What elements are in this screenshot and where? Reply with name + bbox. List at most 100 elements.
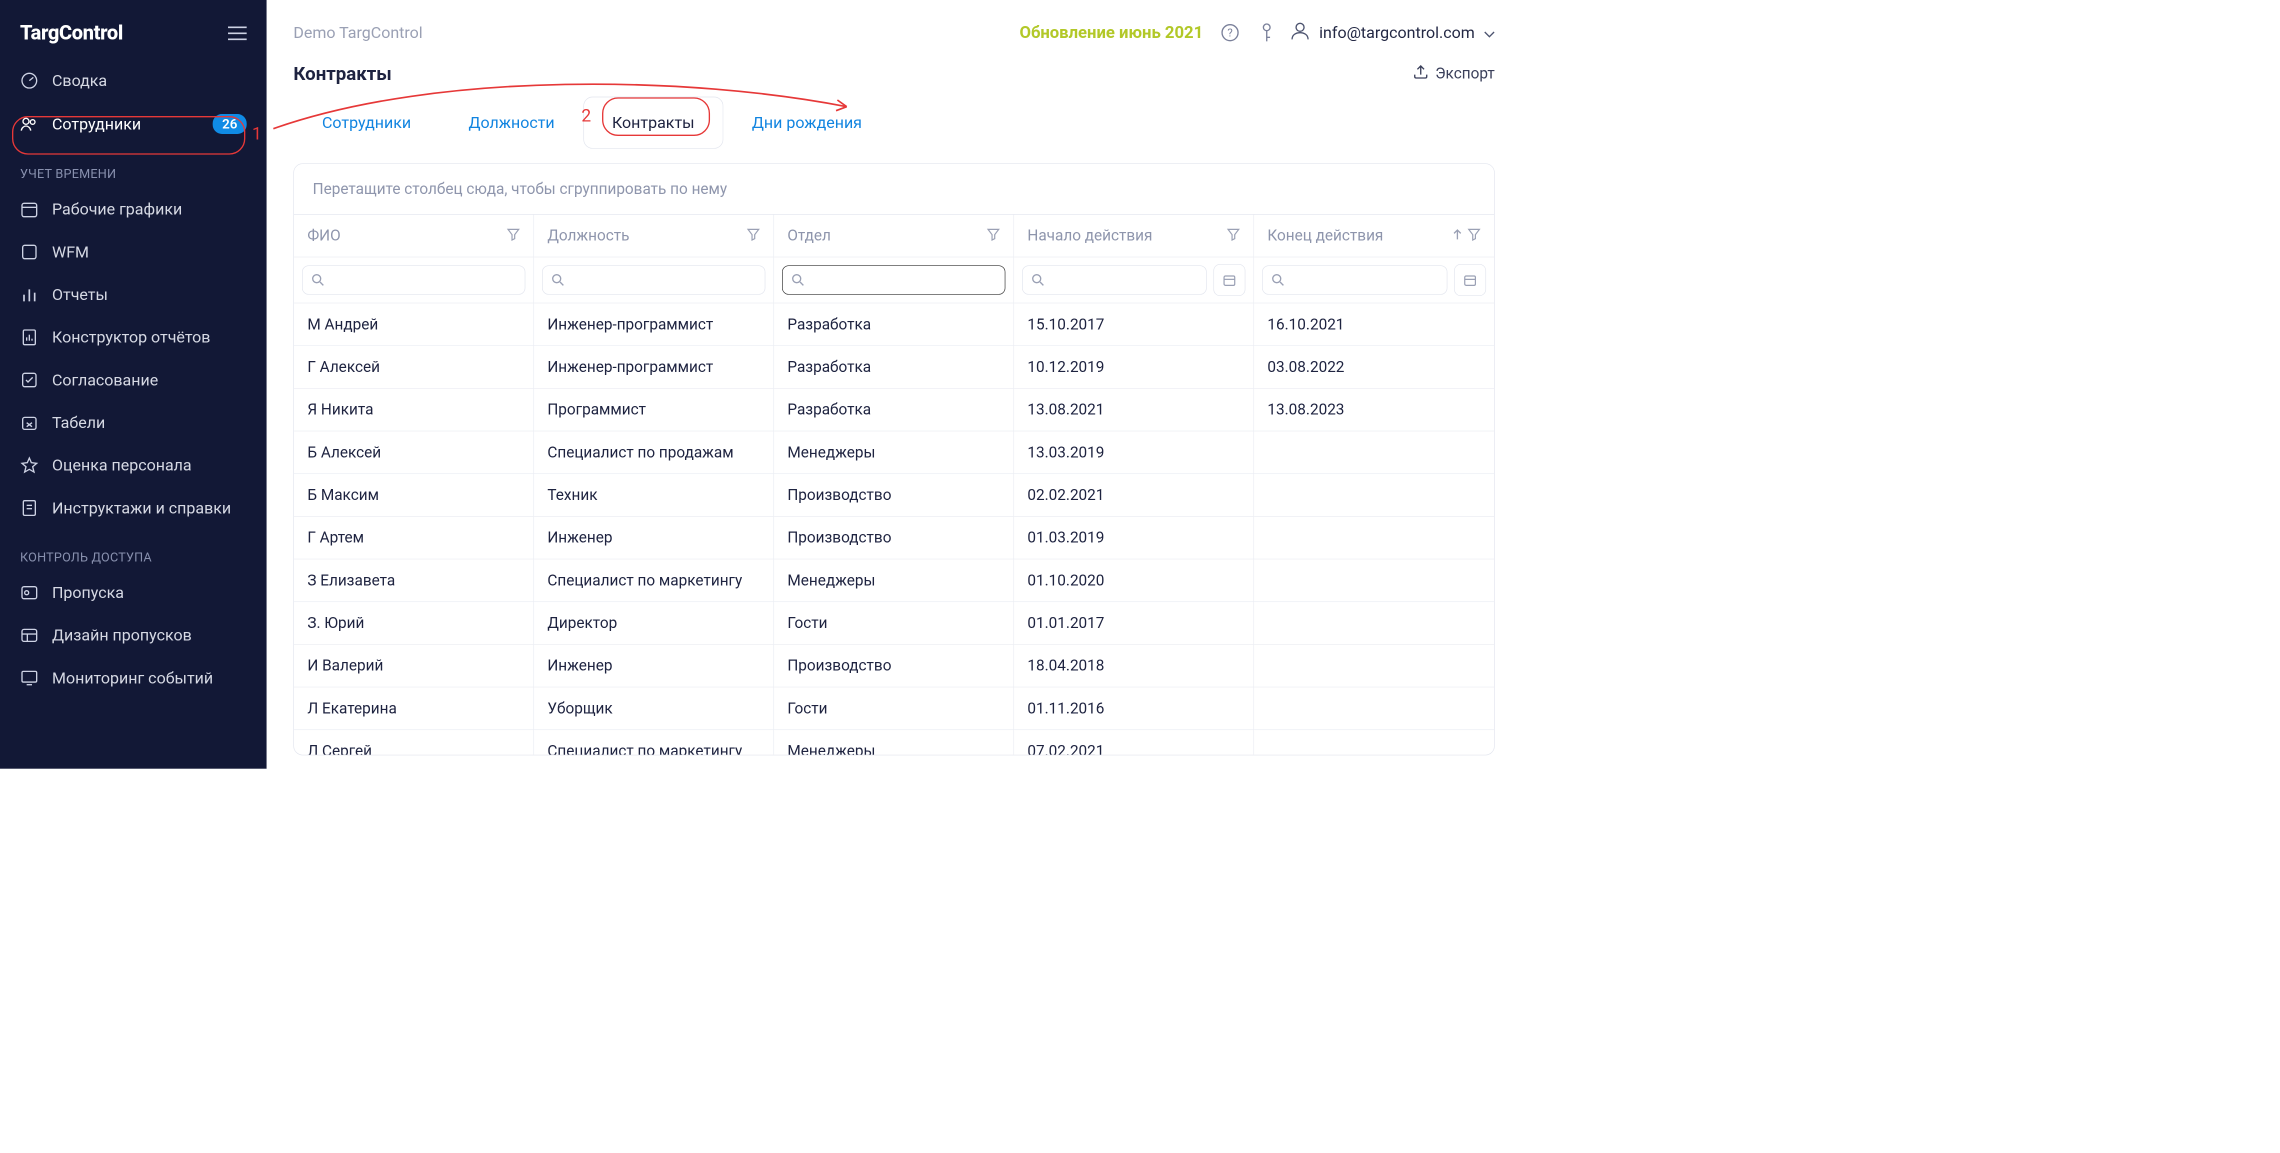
sidebar-item-reports[interactable]: Отчеты [0,273,267,316]
document-icon [20,499,39,516]
sidebar-item-personnel-eval[interactable]: Оценка персонала [0,444,267,487]
filter-start-calendar-icon[interactable] [1213,264,1245,296]
sidebar-item-label: Оценка персонала [52,456,247,475]
table-cell: Инженер [534,517,774,560]
sidebar-item-approvals[interactable]: Согласование [0,359,267,402]
table-cell: Специалист по маркетингу [534,730,774,755]
sidebar-item-report-builder[interactable]: Конструктор отчётов [0,316,267,359]
sidebar-item-timesheets[interactable]: Табели [0,401,267,444]
table-row[interactable]: З ЕлизаветаСпециалист по маркетингуМенед… [294,559,1494,602]
table-row[interactable]: Л ЕкатеринаУборщикГости01.11.2016 [294,687,1494,730]
table-cell: М Андрей [294,303,534,346]
tab-contracts[interactable]: Контракты [583,97,723,149]
table-row[interactable]: Б МаксимТехникПроизводство02.02.2021 [294,474,1494,517]
sidebar-item-passes[interactable]: Пропуска [0,571,267,614]
filter-icon[interactable] [507,227,520,245]
filter-position-input[interactable] [542,265,765,294]
table-cell: 03.08.2022 [1254,346,1494,389]
table-cell [1254,431,1494,474]
sidebar-item-monitoring[interactable]: Мониторинг событий [0,657,267,700]
filter-end-input[interactable] [1262,265,1447,294]
gauge-icon [20,72,39,89]
user-menu[interactable]: info@targcontrol.com [1290,21,1495,45]
table-row[interactable]: Б АлексейСпециалист по продажамМенеджеры… [294,431,1494,474]
tab-employees[interactable]: Сотрудники [293,97,439,149]
sidebar-item-wfm[interactable]: WFM [0,231,267,274]
table-cell: Специалист по маркетингу [534,559,774,602]
filter-icon[interactable] [1227,227,1240,245]
table-cell [1254,730,1494,755]
table-cell: Уборщик [534,687,774,730]
key-icon[interactable] [1256,19,1276,47]
col-end[interactable]: Конец действия [1254,215,1494,258]
tabs: Сотрудники Должности Контракты Дни рожде… [267,97,1522,164]
tab-birthdays[interactable]: Дни рождения [723,97,890,149]
col-position[interactable]: Должность [534,215,774,258]
table-cell: Специалист по продажам [534,431,774,474]
brand-logo: TargControl [20,21,123,44]
sidebar-item-schedules[interactable]: Рабочие графики [0,188,267,231]
sidebar: TargControl Сводка Сотрудники 26 УЧЕТ ВР… [0,0,267,769]
table-cell: Я Никита [294,389,534,432]
org-name: Demo TargControl [293,23,422,42]
table-cell: Л Сергей [294,730,534,755]
filter-icon[interactable] [987,227,1000,245]
table-row[interactable]: Я НикитаПрограммистРазработка13.08.20211… [294,389,1494,432]
table-row[interactable]: Г АртемИнженерПроизводство01.03.2019 [294,517,1494,560]
users-icon [20,117,39,132]
filter-icon[interactable] [747,227,760,245]
export-button[interactable]: Экспорт [1413,64,1495,84]
tab-positions[interactable]: Должности [440,97,584,149]
sidebar-item-label: Сотрудники [52,115,199,134]
col-department[interactable]: Отдел [774,215,1014,258]
help-icon[interactable]: ? [1216,19,1243,46]
update-banner[interactable]: Обновление июнь 2021 [1019,23,1203,42]
sidebar-item-employees[interactable]: Сотрудники 26 [0,102,267,146]
table-cell: 13.03.2019 [1014,431,1254,474]
filter-department-input[interactable] [782,265,1005,294]
filter-icon[interactable] [1467,227,1480,245]
table-row[interactable]: И ВалерийИнженерПроизводство18.04.2018 [294,645,1494,688]
table-cell [1254,559,1494,602]
sidebar-item-label: WFM [52,243,247,262]
filter-end-calendar-icon[interactable] [1454,264,1486,296]
table-row[interactable]: Л СергейСпециалист по маркетингуМенеджер… [294,730,1494,755]
col-fio[interactable]: ФИО [294,215,534,258]
group-drop-zone[interactable]: Перетащите столбец сюда, чтобы сгруппиро… [294,164,1494,215]
sidebar-item-pass-design[interactable]: Дизайн пропусков [0,614,267,657]
table-row[interactable]: Г АлексейИнженер-программистРазработка10… [294,346,1494,389]
sidebar-item-label: Пропуска [52,583,247,602]
sort-asc-icon[interactable] [1453,227,1462,245]
calendar-x-icon [20,415,39,431]
table-cell: З. Юрий [294,602,534,645]
table-cell: Разработка [774,346,1014,389]
table-cell: Менеджеры [774,431,1014,474]
menu-toggle-icon[interactable] [228,26,247,41]
table-cell: 15.10.2017 [1014,303,1254,346]
employees-count-badge: 26 [213,114,247,134]
table-cell: 18.04.2018 [1014,645,1254,688]
user-avatar-icon [1290,21,1310,45]
col-start[interactable]: Начало действия [1014,215,1254,258]
svg-text:?: ? [1227,26,1232,40]
page-title: Контракты [293,63,1412,85]
table-cell [1254,474,1494,517]
export-label: Экспорт [1435,65,1495,83]
sidebar-item-briefings[interactable]: Инструктажи и справки [0,487,267,530]
bar-chart-icon [20,287,39,303]
table-cell: И Валерий [294,645,534,688]
table-row[interactable]: М АндрейИнженер-программистРазработка15.… [294,303,1494,346]
table-cell [1254,602,1494,645]
id-card-icon [20,585,39,600]
filter-start-input[interactable] [1022,265,1207,294]
sidebar-item-label: Сводка [52,71,247,90]
table-cell: Б Максим [294,474,534,517]
table-cell: Инженер-программист [534,346,774,389]
table-row[interactable]: З. ЮрийДиректорГости01.01.2017 [294,602,1494,645]
sidebar-item-summary[interactable]: Сводка [0,59,267,102]
table-cell: 02.02.2021 [1014,474,1254,517]
box-icon [20,244,39,260]
filter-fio-input[interactable] [302,265,525,294]
table-cell [1254,645,1494,688]
table-cell: Инженер [534,645,774,688]
